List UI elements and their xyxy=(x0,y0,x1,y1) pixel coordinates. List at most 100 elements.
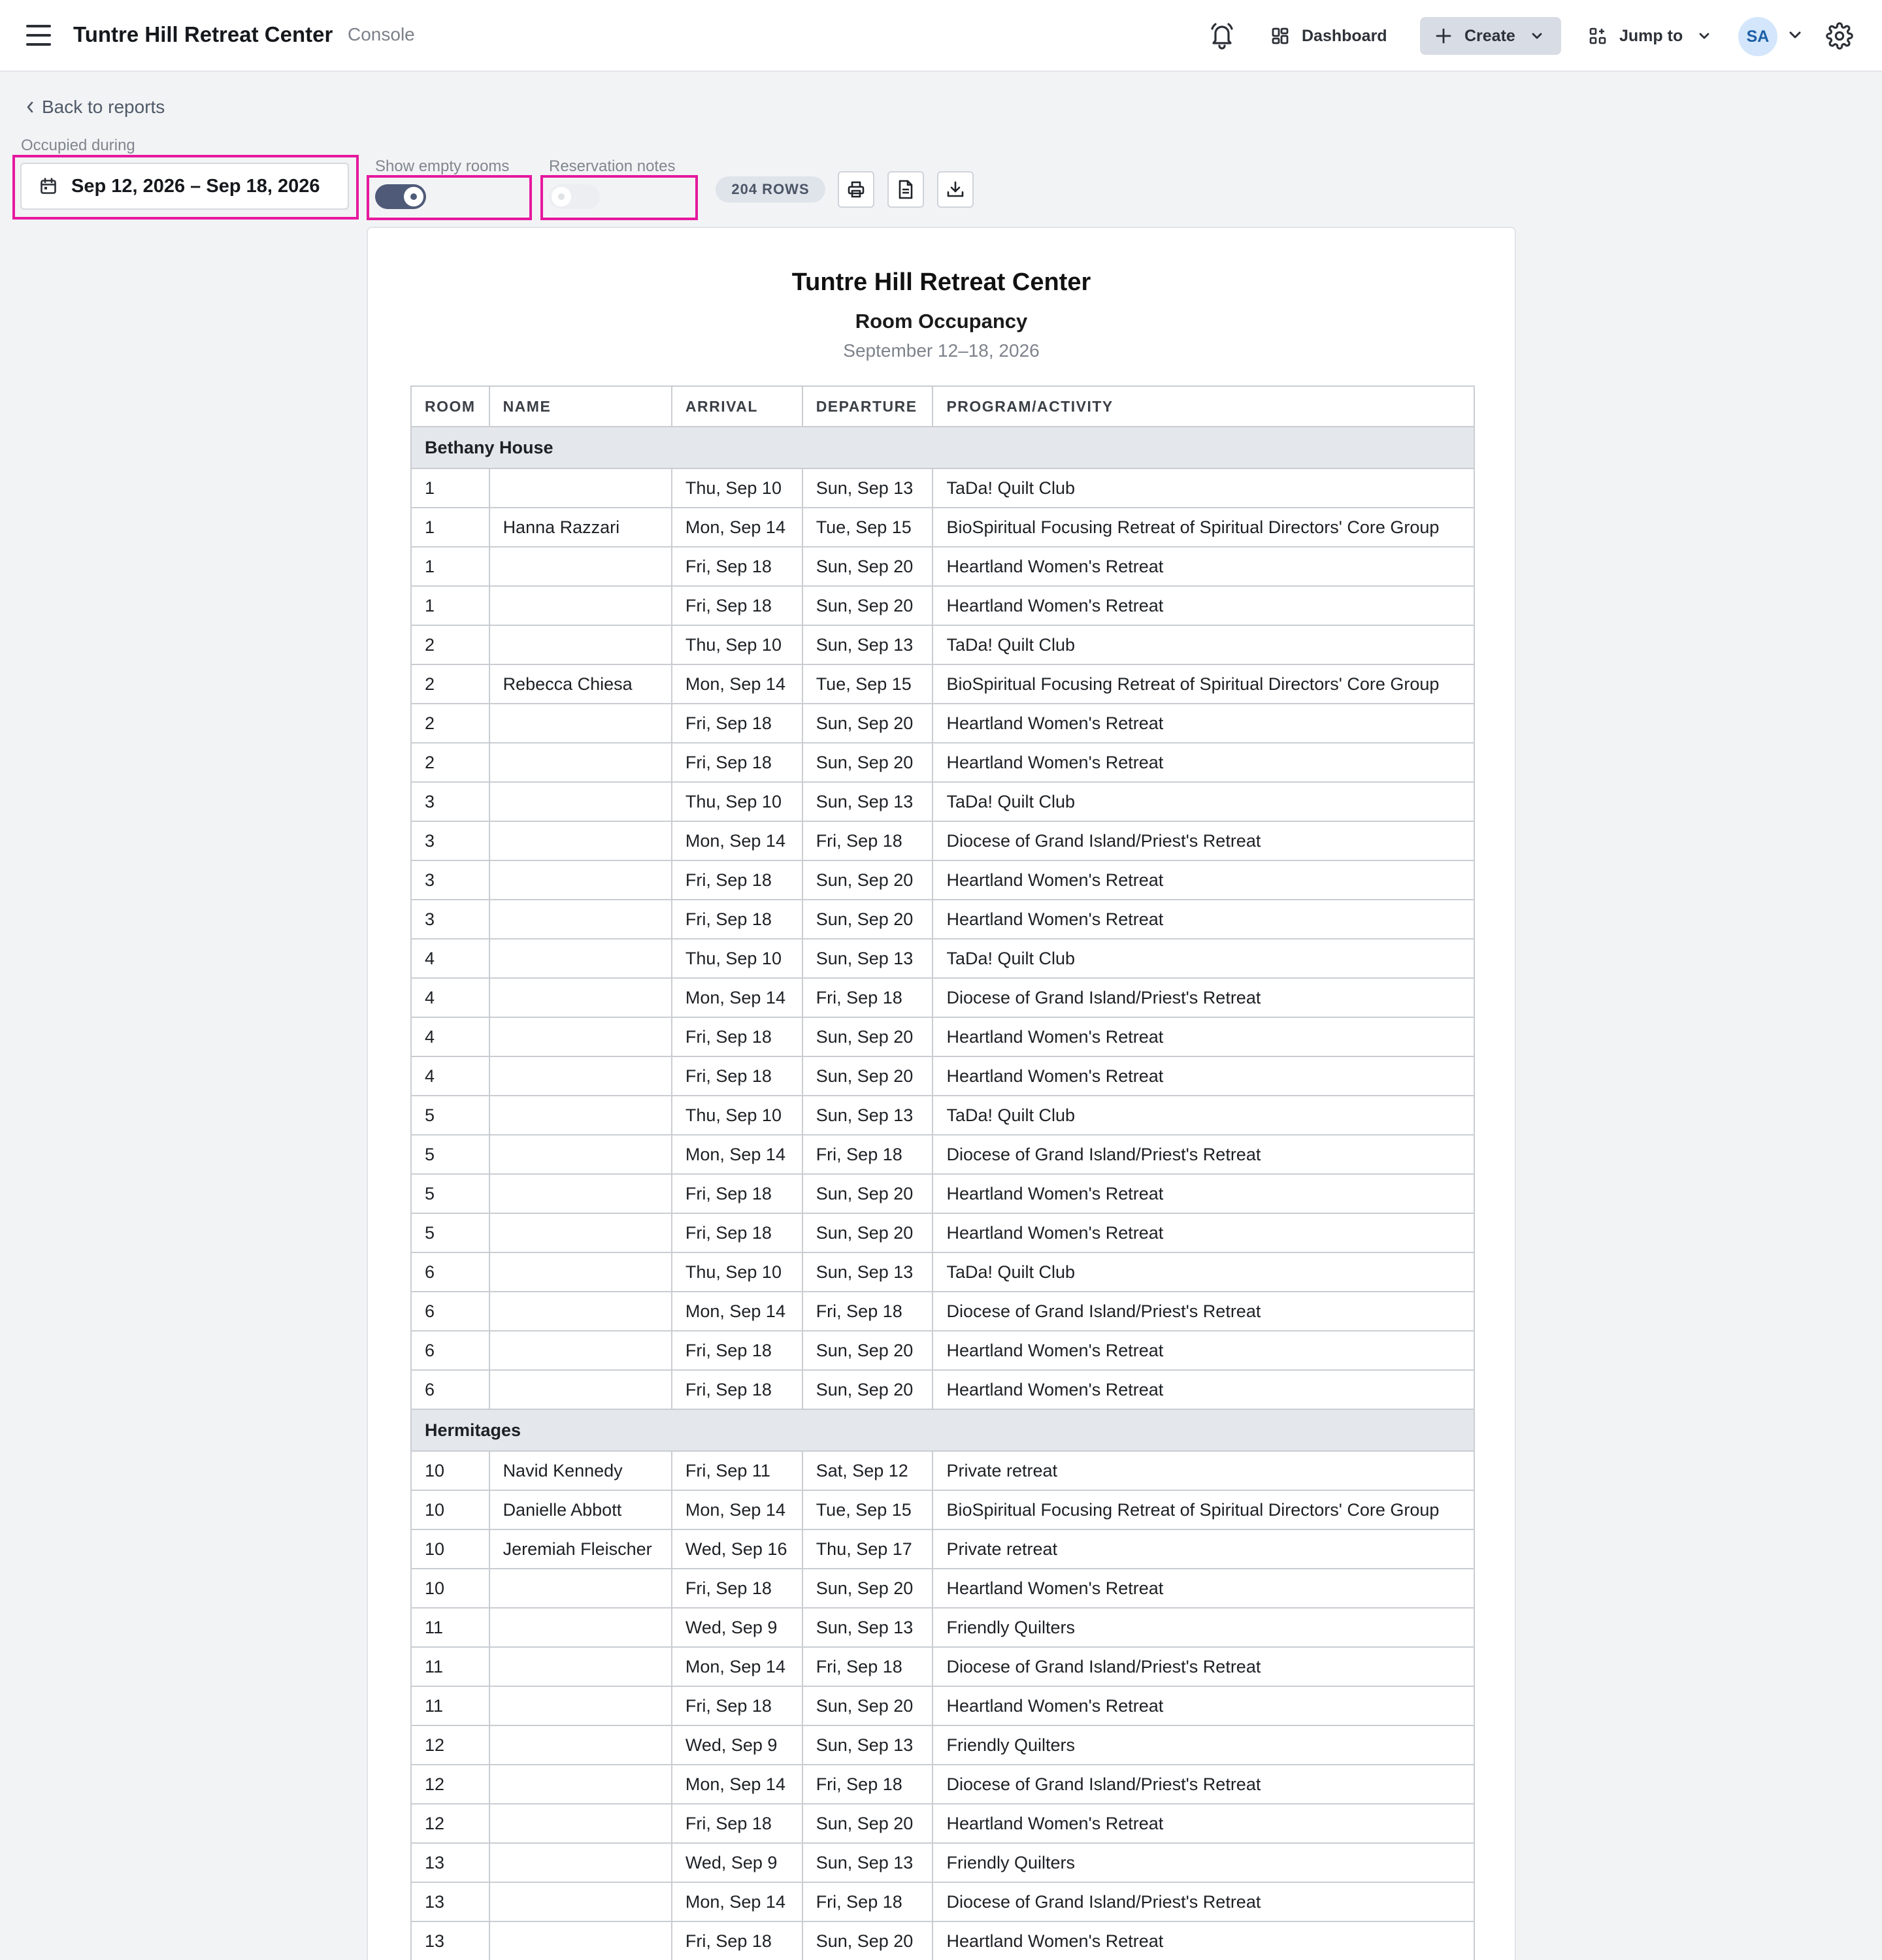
dashboard-icon xyxy=(1272,27,1289,44)
room-cell: 12 xyxy=(410,1764,490,1805)
departure-cell: Fri, Sep 18 xyxy=(801,977,934,1018)
program-cell: Heartland Women's Retreat xyxy=(932,703,1475,743)
table-row: 1 Fri, Sep 18 Sun, Sep 20 Heartland Women's… xyxy=(410,585,1475,626)
avatar[interactable]: SA xyxy=(1738,17,1777,56)
program-cell: Heartland Women's Retreat xyxy=(932,1568,1475,1609)
program-cell: Private retreat xyxy=(932,1529,1475,1569)
room-cell: 13 xyxy=(410,1842,490,1883)
table-row: 1 Hanna Razzari Mon, Sep 14 Tue, Sep 15 BioS… xyxy=(410,507,1475,547)
arrival-cell: Wed, Sep 9 xyxy=(670,1725,803,1765)
chevron-down-icon[interactable] xyxy=(1788,31,1802,40)
arrival-cell: Wed, Sep 9 xyxy=(670,1842,803,1883)
arrival-cell: Fri, Sep 18 xyxy=(670,703,803,743)
app-title: Tuntre Hill Retreat Center xyxy=(73,22,333,46)
program-cell: BioSpiritual Focusing Retreat of Spiritu… xyxy=(932,664,1475,704)
column-header-departure: DEPARTURE xyxy=(801,385,934,427)
program-cell: BioSpiritual Focusing Retreat of Spiritu… xyxy=(932,1490,1475,1530)
name-cell xyxy=(488,1134,672,1175)
back-to-reports-link[interactable]: Back to reports xyxy=(26,97,165,118)
name-cell xyxy=(488,625,672,665)
document-icon xyxy=(899,180,913,199)
dashboard-button[interactable]: Dashboard xyxy=(1272,17,1387,55)
table-row: 3 Fri, Sep 18 Sun, Sep 20 Heartland Women's… xyxy=(410,899,1475,939)
arrival-cell: Mon, Sep 14 xyxy=(670,821,803,861)
departure-cell: Sun, Sep 20 xyxy=(801,1017,934,1057)
room-cell: 4 xyxy=(410,977,490,1018)
departure-cell: Sun, Sep 20 xyxy=(801,1173,934,1214)
document-button[interactable] xyxy=(887,171,924,208)
table-row: 12 Wed, Sep 9 Sun, Sep 13 Friendly Quilters xyxy=(410,1725,1475,1765)
highlight-reservation-notes xyxy=(540,175,698,220)
room-cell: 1 xyxy=(410,546,490,587)
table-row: 1 Thu, Sep 10 Sun, Sep 13 TaDa! Quilt Club xyxy=(410,468,1475,508)
back-label: Back to reports xyxy=(42,97,165,117)
jump-to-button[interactable]: Jump to xyxy=(1589,17,1710,55)
program-cell: Heartland Women's Retreat xyxy=(932,585,1475,626)
table-row: 3 Fri, Sep 18 Sun, Sep 20 Heartland Women's… xyxy=(410,860,1475,900)
arrival-cell: Fri, Sep 18 xyxy=(670,1369,803,1410)
table-body: Bethany House 1 Thu, Sep 10 Sun, Sep 13 TaDa… xyxy=(410,426,1475,1960)
arrival-cell: Mon, Sep 14 xyxy=(670,1134,803,1175)
name-cell xyxy=(488,1842,672,1883)
room-cell: 10 xyxy=(410,1490,490,1530)
program-cell: Heartland Women's Retreat xyxy=(932,1803,1475,1844)
room-cell: 11 xyxy=(410,1686,490,1726)
program-cell: Heartland Women's Retreat xyxy=(932,1921,1475,1960)
table-row: 5 Thu, Sep 10 Sun, Sep 13 TaDa! Quilt Club xyxy=(410,1095,1475,1135)
table-row: 11 Wed, Sep 9 Sun, Sep 13 Friendly Quilters xyxy=(410,1607,1475,1648)
name-cell xyxy=(488,1017,672,1057)
table-row: 2 Fri, Sep 18 Sun, Sep 20 Heartland Women's… xyxy=(410,703,1475,743)
create-button[interactable]: Create xyxy=(1420,17,1561,55)
table-row: 4 Thu, Sep 10 Sun, Sep 13 TaDa! Quilt Club xyxy=(410,938,1475,979)
departure-cell: Tue, Sep 15 xyxy=(801,1490,934,1530)
arrival-cell: Fri, Sep 18 xyxy=(670,1017,803,1057)
name-cell xyxy=(488,1803,672,1844)
program-cell: Heartland Women's Retreat xyxy=(932,1686,1475,1726)
jump-to-label: Jump to xyxy=(1619,26,1683,45)
gear-icon[interactable] xyxy=(1826,22,1853,50)
room-cell: 3 xyxy=(410,899,490,939)
program-cell: Heartland Women's Retreat xyxy=(932,1369,1475,1410)
print-button[interactable] xyxy=(838,171,874,208)
name-cell xyxy=(488,1291,672,1331)
column-header-room: ROOM xyxy=(410,385,490,427)
departure-cell: Sun, Sep 20 xyxy=(801,1369,934,1410)
table-row: 13 Wed, Sep 9 Sun, Sep 13 Friendly Quilters xyxy=(410,1842,1475,1883)
room-cell: 3 xyxy=(410,781,490,822)
download-button[interactable] xyxy=(937,171,974,208)
row-count-badge: 204 ROWS xyxy=(716,176,825,203)
program-cell: Heartland Women's Retreat xyxy=(932,1017,1475,1057)
departure-cell: Sun, Sep 20 xyxy=(801,1803,934,1844)
bell-icon[interactable] xyxy=(1209,21,1235,50)
room-cell: 6 xyxy=(410,1369,490,1410)
departure-cell: Sun, Sep 13 xyxy=(801,1725,934,1765)
room-cell: 1 xyxy=(410,507,490,547)
arrival-cell: Fri, Sep 18 xyxy=(670,546,803,587)
departure-cell: Tue, Sep 15 xyxy=(801,507,934,547)
room-cell: 4 xyxy=(410,1056,490,1096)
program-cell: Diocese of Grand Island/Priest's Retreat xyxy=(932,1882,1475,1922)
room-cell: 2 xyxy=(410,625,490,665)
printer-icon xyxy=(848,181,865,198)
table-row: 6 Fri, Sep 18 Sun, Sep 20 Heartland Women's… xyxy=(410,1330,1475,1371)
arrival-cell: Mon, Sep 14 xyxy=(670,1490,803,1530)
room-cell: 5 xyxy=(410,1095,490,1135)
group-header-row: Hermitages xyxy=(410,1409,1475,1452)
name-cell xyxy=(488,1173,672,1214)
departure-cell: Sun, Sep 20 xyxy=(801,1568,934,1609)
room-cell: 6 xyxy=(410,1291,490,1331)
departure-cell: Sun, Sep 20 xyxy=(801,899,934,939)
arrival-cell: Fri, Sep 18 xyxy=(670,742,803,783)
room-cell: 5 xyxy=(410,1134,490,1175)
departure-cell: Fri, Sep 18 xyxy=(801,1764,934,1805)
departure-cell: Sun, Sep 13 xyxy=(801,625,934,665)
departure-cell: Fri, Sep 18 xyxy=(801,1646,934,1687)
occupancy-table: ROOM NAME ARRIVAL DEPARTURE PROGRAM/ACTI… xyxy=(410,385,1475,1960)
group-name: Bethany House xyxy=(410,426,1475,469)
name-cell xyxy=(488,1725,672,1765)
name-cell xyxy=(488,1095,672,1135)
departure-cell: Tue, Sep 15 xyxy=(801,664,934,704)
name-cell xyxy=(488,1607,672,1648)
program-cell: TaDa! Quilt Club xyxy=(932,1095,1475,1135)
menu-icon[interactable] xyxy=(26,25,51,46)
